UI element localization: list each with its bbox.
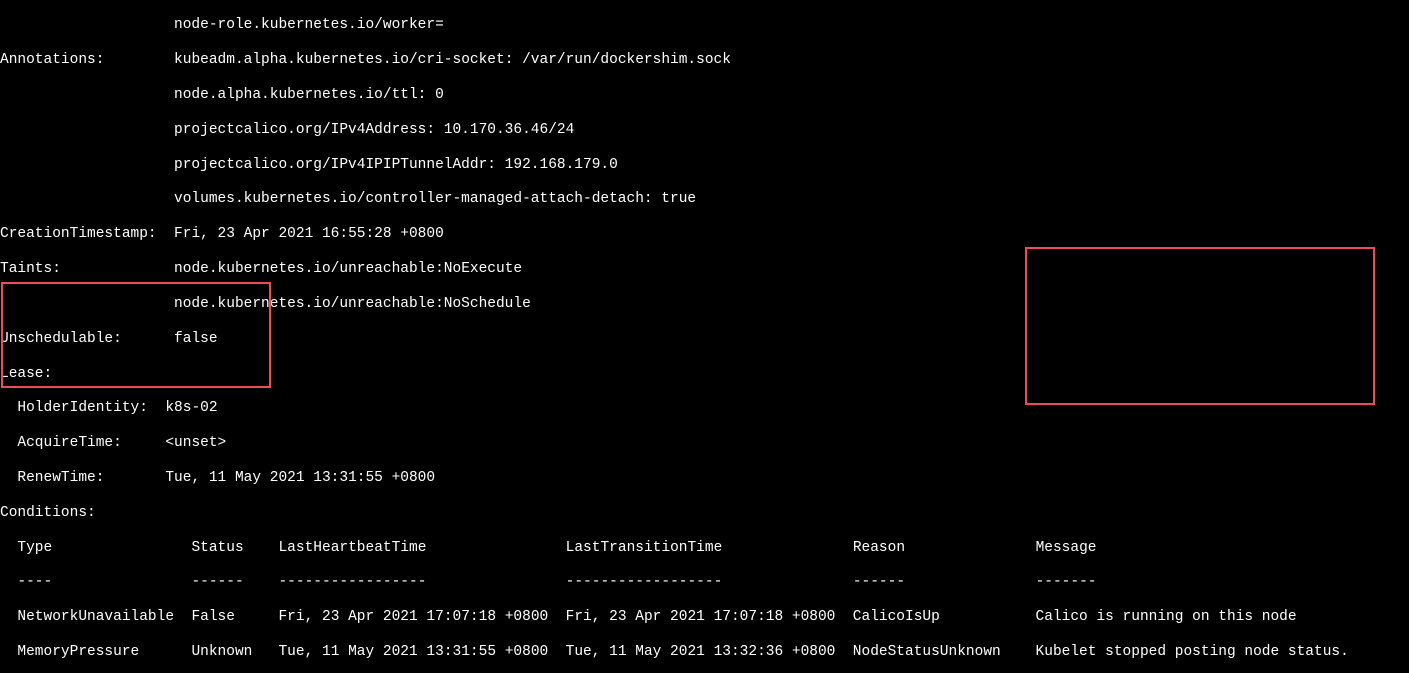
annotation-line: kubeadm.alpha.kubernetes.io/cri-socket: … — [174, 52, 731, 68]
annotation-line: volumes.kubernetes.io/controller-managed… — [174, 191, 696, 207]
value-lease-acquire: <unset> — [165, 435, 226, 451]
label-annotations: Annotations: — [0, 52, 104, 68]
dash: ------------------ — [566, 574, 723, 590]
annotation-line: projectcalico.org/IPv4IPIPTunnelAddr: 19… — [174, 157, 618, 173]
label-worker-role: node-role.kubernetes.io/worker= — [0, 17, 1409, 34]
col-message: Message — [1036, 540, 1097, 556]
label-lease-renew: RenewTime: — [0, 470, 104, 486]
col-transition: LastTransitionTime — [566, 540, 723, 556]
label-taints: Taints: — [0, 261, 61, 277]
label-lease: Lease: — [0, 366, 52, 382]
label-creation-ts: CreationTimestamp: — [0, 226, 157, 242]
terminal-output[interactable]: node-role.kubernetes.io/worker= Annotati… — [0, 0, 1409, 673]
col-type: Type — [17, 540, 52, 556]
label-conditions: Conditions: — [0, 505, 96, 521]
taint-line: node.kubernetes.io/unreachable:NoSchedul… — [174, 296, 531, 312]
label-lease-holder: HolderIdentity: — [0, 400, 148, 416]
value-unschedulable: false — [174, 331, 218, 347]
taint-line: node.kubernetes.io/unreachable:NoExecute — [174, 261, 522, 277]
col-reason: Reason — [853, 540, 905, 556]
annotation-line: projectcalico.org/IPv4Address: 10.170.36… — [174, 122, 574, 138]
col-status: Status — [191, 540, 243, 556]
value-lease-holder: k8s-02 — [165, 400, 217, 416]
value-lease-renew: Tue, 11 May 2021 13:31:55 +0800 — [165, 470, 435, 486]
label-unschedulable: Unschedulable: — [0, 331, 122, 347]
dash: ------- — [1036, 574, 1097, 590]
label-lease-acquire: AcquireTime: — [0, 435, 122, 451]
dash: ------ — [853, 574, 905, 590]
condition-row: NetworkUnavailable False Fri, 23 Apr 202… — [0, 609, 1409, 626]
value-creation-ts: Fri, 23 Apr 2021 16:55:28 +0800 — [174, 226, 444, 242]
dash: ------ — [191, 574, 243, 590]
dash: ----------------- — [278, 574, 426, 590]
dash: ---- — [17, 574, 52, 590]
col-heartbeat: LastHeartbeatTime — [278, 540, 426, 556]
condition-row: MemoryPressure Unknown Tue, 11 May 2021 … — [0, 644, 1409, 661]
annotation-line: node.alpha.kubernetes.io/ttl: 0 — [174, 87, 444, 103]
